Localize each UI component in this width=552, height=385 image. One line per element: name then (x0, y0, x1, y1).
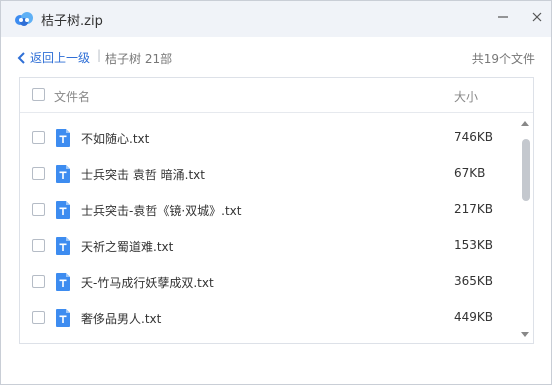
scrollbar-thumb[interactable] (522, 139, 530, 201)
txt-file-icon (56, 129, 70, 147)
breadcrumb: 返回上一级 | 桔子树 21部 共19个文件 (1, 45, 551, 69)
row-checkbox[interactable] (32, 167, 45, 180)
file-size: 153KB (454, 238, 494, 252)
file-name: 士兵突击 袁哲 暗涌.txt (81, 168, 205, 182)
file-size: 449KB (454, 310, 494, 324)
list-item[interactable]: 夭-竹马成行妖孽成双.txt 365KB (20, 264, 520, 300)
file-size: 365KB (454, 274, 494, 288)
minimize-icon (498, 16, 508, 18)
file-size: 217KB (454, 202, 494, 216)
list-item[interactable]: 奢侈品男人.txt 449KB (20, 300, 520, 336)
window-title: 桔子树.zip (41, 14, 103, 29)
chevron-left-icon (17, 51, 25, 64)
row-checkbox[interactable] (32, 275, 45, 288)
list-item[interactable]: 士兵突击 袁哲 暗涌.txt 67KB (20, 156, 520, 192)
back-label: 返回上一级 (30, 51, 91, 65)
current-folder: 桔子树 21部 (105, 52, 173, 66)
txt-file-icon (56, 273, 70, 291)
txt-file-icon (56, 201, 70, 219)
row-checkbox[interactable] (32, 311, 45, 324)
txt-file-icon (56, 309, 70, 327)
column-header-size: 大小 (454, 90, 479, 104)
row-checkbox[interactable] (32, 131, 45, 144)
file-size: 67KB (454, 166, 486, 180)
file-name: 天祈之蜀道难.txt (81, 240, 174, 254)
back-button[interactable]: 返回上一级 (17, 49, 90, 66)
scroll-up-button[interactable] (519, 118, 531, 128)
breadcrumb-separator: | (97, 48, 102, 62)
row-checkbox[interactable] (32, 239, 45, 252)
txt-file-icon (56, 237, 70, 255)
triangle-up-icon (521, 121, 529, 126)
list-item[interactable]: 天祈之蜀道难.txt 153KB (20, 228, 520, 264)
zip-preview-window: 桔子树.zip 返回上一级 | 桔子树 21部 共19个文件 文件名 大小 不如… (0, 0, 552, 385)
triangle-down-icon (521, 332, 529, 337)
file-name: 奢侈品男人.txt (81, 312, 162, 326)
minimize-button[interactable] (491, 5, 515, 29)
file-size: 746KB (454, 130, 494, 144)
select-all-checkbox[interactable] (32, 88, 45, 101)
scroll-down-button[interactable] (519, 328, 531, 338)
file-name: 不如随心.txt (81, 132, 150, 146)
list-header: 文件名 大小 (20, 78, 533, 113)
row-checkbox[interactable] (32, 203, 45, 216)
close-button[interactable] (525, 5, 549, 29)
close-icon (532, 12, 542, 22)
list-item[interactable]: 不如随心.txt 746KB (20, 120, 520, 156)
txt-file-icon (56, 165, 70, 183)
cloud-icon (13, 9, 35, 29)
file-name: 夭-竹马成行妖孽成双.txt (81, 276, 214, 290)
title-bar: 桔子树.zip (1, 1, 551, 37)
file-list-panel: 文件名 大小 不如随心.txt 746KB 士兵突击 袁哲 暗涌.txt 67K… (19, 77, 534, 344)
column-header-name: 文件名 (54, 90, 91, 104)
file-count: 共19个文件 (471, 52, 535, 66)
list-item[interactable]: 士兵突击-袁哲《镜·双城》.txt 217KB (20, 192, 520, 228)
file-name: 士兵突击-袁哲《镜·双城》.txt (81, 204, 242, 218)
